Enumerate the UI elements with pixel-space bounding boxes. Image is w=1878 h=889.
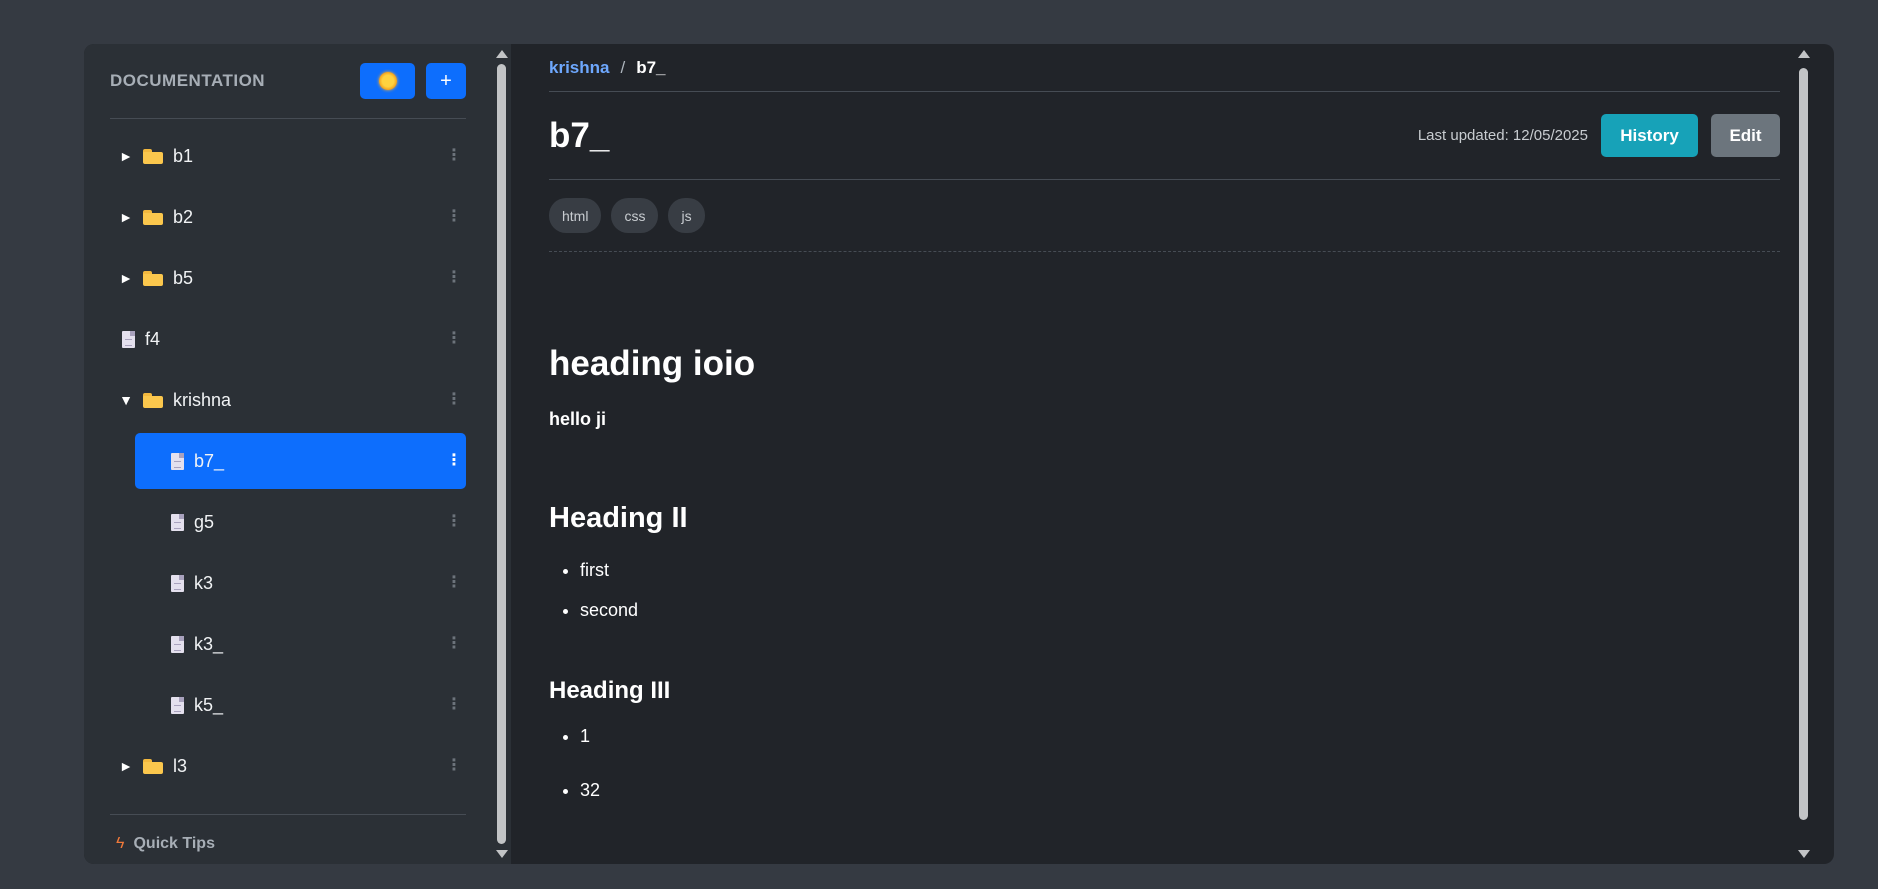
- list-item: first: [580, 560, 1780, 600]
- tag[interactable]: js: [668, 198, 705, 233]
- sidebar-item-g5[interactable]: g5 ⋮: [135, 494, 466, 550]
- breadcrumb-current: b7_: [636, 57, 666, 77]
- lightning-icon: ϟ: [116, 835, 125, 852]
- caret-right-icon[interactable]: ►: [116, 758, 136, 774]
- doc-list-1: first second: [549, 560, 1780, 640]
- folder-icon: [143, 209, 163, 225]
- more-options-icon[interactable]: ⋮: [446, 514, 462, 530]
- list-item: 1: [580, 726, 1780, 780]
- list-item: 32: [580, 780, 1780, 834]
- sidebar-item-f4[interactable]: f4 ⋮: [110, 311, 466, 367]
- more-options-icon[interactable]: ⋮: [446, 209, 462, 225]
- file-icon: [122, 330, 135, 348]
- folder-icon: [143, 758, 163, 774]
- more-options-icon[interactable]: ⋮: [446, 270, 462, 286]
- doc-heading-3: Heading III: [549, 677, 671, 704]
- caret-right-icon[interactable]: ►: [116, 148, 136, 164]
- more-options-icon[interactable]: ⋮: [446, 636, 462, 652]
- sidebar-item-label: g5: [194, 511, 215, 532]
- sidebar-item-krishna[interactable]: ▼ krishna ⋮: [110, 372, 466, 428]
- sidebar-item-b5[interactable]: ► b5 ⋮: [110, 250, 466, 306]
- theme-toggle-button[interactable]: [360, 63, 415, 99]
- caret-right-icon[interactable]: ►: [116, 209, 136, 225]
- sidebar-item-k3_[interactable]: k3_ ⋮: [135, 616, 466, 672]
- more-options-icon[interactable]: ⋮: [446, 758, 462, 774]
- sidebar-item-l3[interactable]: ► l3 ⋮: [110, 738, 466, 794]
- tag[interactable]: css: [611, 198, 659, 233]
- last-updated: Last updated: 12/05/2025: [1417, 127, 1588, 144]
- caret-right-icon[interactable]: ►: [116, 270, 136, 286]
- sidebar-item-b1[interactable]: ► b1 ⋮: [110, 128, 466, 184]
- quick-tips-label: Quick Tips: [133, 835, 215, 852]
- more-options-icon[interactable]: ⋮: [446, 148, 462, 164]
- doc-heading-1: heading ioio: [549, 344, 756, 383]
- folder-icon: [143, 270, 163, 286]
- more-options-icon[interactable]: ⋮: [446, 575, 462, 591]
- more-options-icon[interactable]: ⋮: [446, 392, 462, 408]
- file-icon: [171, 635, 184, 653]
- sidebar-scroll-thumb[interactable]: [497, 64, 506, 844]
- breadcrumb-parent-link[interactable]: krishna: [549, 58, 609, 78]
- main-scrollbar[interactable]: [1794, 44, 1814, 864]
- sidebar-item-label: k3: [194, 572, 214, 593]
- sun-icon: [378, 72, 397, 90]
- sidebar-item-label: f4: [145, 328, 161, 349]
- sidebar-scrollbar[interactable]: [491, 44, 511, 864]
- caret-down-icon[interactable]: ▼: [116, 392, 136, 408]
- sidebar-item-label: k5_: [194, 694, 224, 715]
- scroll-up-arrow-icon[interactable]: [1798, 50, 1810, 58]
- sidebar-item-label: k3_: [194, 633, 224, 654]
- sidebar-item-label: krishna: [173, 389, 232, 410]
- sidebar-item-b7_[interactable]: b7_ ⋮: [135, 433, 466, 489]
- more-options-icon[interactable]: ⋮: [446, 453, 462, 469]
- sidebar-title: DOCUMENTATION: [110, 71, 266, 90]
- sidebar-item-b2[interactable]: ► b2 ⋮: [110, 189, 466, 245]
- doc-bold-text: hello ji: [549, 409, 607, 429]
- doc-heading-2: Heading II: [549, 502, 688, 534]
- sidebar-item-label: b5: [173, 267, 194, 288]
- doc-tree: ► b1 ⋮ ► b2 ⋮ ► b5 ⋮ f4 ⋮ ▼ krishna ⋮ b7_ ⋮ g5 ⋮ k3 ⋮ k3_ ⋮ k5…: [110, 128, 466, 794]
- app-window: DOCUMENTATION + ► b1 ⋮ ► b2 ⋮ ► b5 ⋮ f4 ⋮ ▼ krishna ⋮…: [84, 44, 1834, 864]
- more-options-icon[interactable]: ⋮: [446, 697, 462, 713]
- folder-icon: [143, 148, 163, 164]
- tag-list: html css js: [549, 180, 1780, 252]
- page-title: b7_: [549, 115, 610, 155]
- tag[interactable]: html: [549, 198, 602, 233]
- doc-list-2: 1 32: [549, 726, 1780, 834]
- scroll-down-arrow-icon[interactable]: [1798, 850, 1810, 858]
- sidebar-item-label: b2: [173, 206, 194, 227]
- quick-tips[interactable]: ϟ Quick Tips: [110, 814, 466, 853]
- sidebar: DOCUMENTATION + ► b1 ⋮ ► b2 ⋮ ► b5 ⋮ f4 ⋮ ▼ krishna ⋮…: [84, 44, 491, 864]
- file-icon: [171, 574, 184, 592]
- history-button[interactable]: History: [1601, 114, 1698, 157]
- scroll-down-arrow-icon[interactable]: [496, 850, 508, 858]
- sidebar-item-k5_[interactable]: k5_ ⋮: [135, 677, 466, 733]
- add-page-button[interactable]: +: [426, 63, 466, 99]
- main-scroll-thumb[interactable]: [1799, 68, 1808, 820]
- sidebar-item-label: l3: [173, 755, 188, 776]
- file-icon: [171, 452, 184, 470]
- main-content: krishna / b7_ b7_ Last updated: 12/05/20…: [511, 44, 1814, 864]
- file-icon: [171, 696, 184, 714]
- folder-icon: [143, 392, 163, 408]
- sidebar-header: DOCUMENTATION +: [110, 44, 466, 119]
- sidebar-item-k3[interactable]: k3 ⋮: [135, 555, 466, 611]
- file-icon: [171, 513, 184, 531]
- sidebar-item-label: b1: [173, 145, 194, 166]
- breadcrumb: krishna / b7_: [549, 44, 1780, 92]
- scroll-up-arrow-icon[interactable]: [496, 50, 508, 58]
- sidebar-item-label: b7_: [194, 450, 225, 471]
- more-options-icon[interactable]: ⋮: [446, 331, 462, 347]
- list-item: second: [580, 600, 1780, 640]
- edit-button[interactable]: Edit: [1711, 114, 1780, 157]
- document-body: heading ioio hello ji Heading II first s…: [549, 344, 1780, 834]
- page-header: b7_ Last updated: 12/05/2025 History Edi…: [549, 92, 1780, 180]
- breadcrumb-separator: /: [620, 57, 626, 77]
